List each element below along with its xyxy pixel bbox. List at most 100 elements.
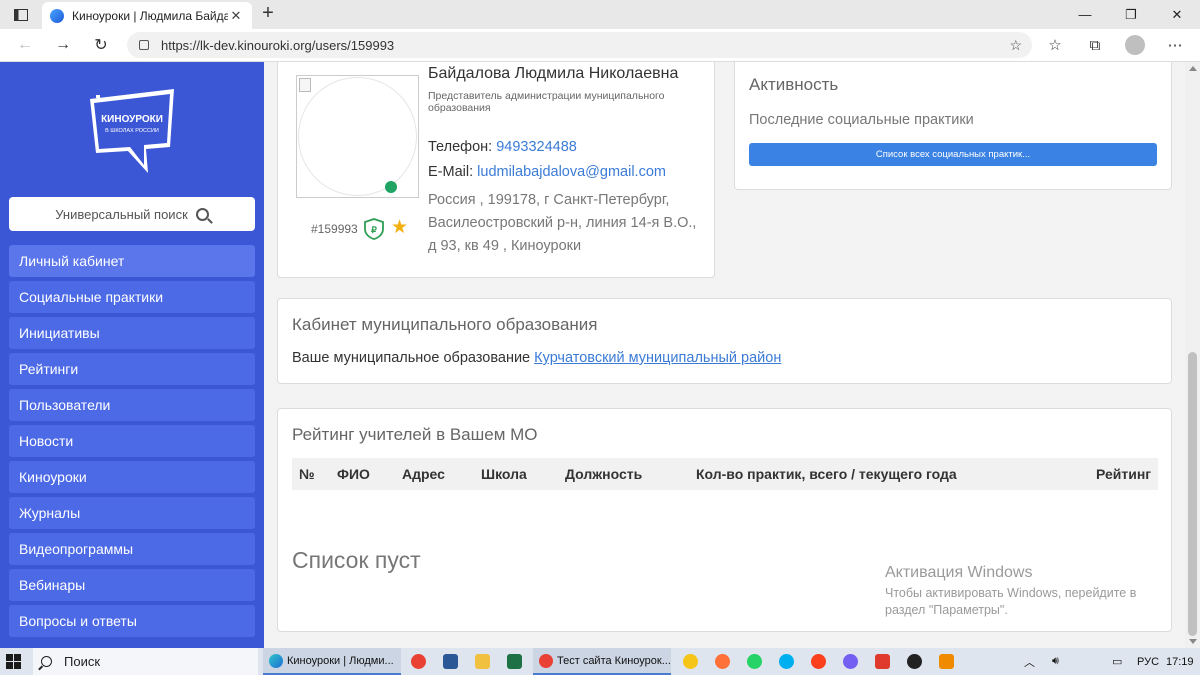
profile-role: Представитель администрации муниципально… (428, 90, 665, 114)
profile-phone: Телефон: 9493324488 (428, 139, 577, 155)
refresh-icon[interactable]: ↻ (88, 34, 114, 56)
phone-label: Телефон: (428, 139, 493, 155)
windows-start-icon[interactable] (6, 654, 21, 669)
yandex-icon[interactable] (875, 654, 890, 669)
taskbar-search-text: Поиск (64, 654, 101, 669)
search-icon (195, 207, 209, 221)
page-scrollbar[interactable] (1185, 62, 1200, 648)
main-content: #159993 ₽ ★ Байдалова Людмила Николаевна… (264, 62, 1185, 648)
tab-actions-icon[interactable] (8, 5, 34, 25)
lock-icon (139, 40, 149, 50)
taskbar-search-icon (41, 656, 52, 667)
column-header-number[interactable]: № (299, 466, 315, 482)
column-header-school[interactable]: Школа (481, 466, 527, 482)
tray-arrow-icon[interactable]: ︿ (1024, 648, 1035, 675)
scroll-down-icon[interactable] (1189, 639, 1197, 644)
svg-text:₽: ₽ (371, 225, 377, 235)
back-arrow-icon[interactable]: ← (12, 34, 38, 56)
favorites-icon[interactable]: ☆ (1042, 34, 1068, 56)
clock[interactable]: 17:19 (1166, 648, 1194, 675)
language-indicator[interactable]: РУС (1137, 648, 1159, 675)
sidebar-item-journals[interactable]: Журналы (9, 497, 255, 529)
app-icon[interactable] (683, 654, 698, 669)
activity-subtitle: Последние социальные практики (749, 112, 974, 128)
all-social-practices-button[interactable]: Список всех социальных практик... (749, 143, 1157, 166)
minimize-button[interactable]: — (1062, 0, 1108, 29)
browser-tabbar: Киноуроки | Людмила Байдалова ✕ + — ❐ ✕ (0, 0, 1200, 29)
municipality-link[interactable]: Курчатовский муниципальный район (534, 350, 781, 366)
more-menu-icon[interactable]: ⋯ (1162, 34, 1188, 56)
watermark-text-line1: Чтобы активировать Windows, перейдите в (885, 586, 1137, 600)
taskbar-task-label: Киноуроки | Людми... (287, 654, 394, 667)
rating-card: Рейтинг учителей в Вашем МО № ФИО Адрес … (277, 408, 1172, 632)
sidebar-item-kinouroki[interactable]: Киноуроки (9, 461, 255, 493)
sidebar-item-social-practices[interactable]: Социальные практики (9, 281, 255, 313)
profile-avatar[interactable] (1122, 34, 1148, 56)
taskbar-task-label: Тест сайта Киноурок... (557, 654, 671, 667)
address-bar[interactable]: https://lk-dev.kinouroki.org/users/15999… (127, 32, 1032, 58)
skype-icon[interactable] (779, 654, 794, 669)
collections-icon[interactable]: ⧉ (1082, 34, 1108, 56)
favorite-star-icon[interactable]: ☆ (1009, 37, 1022, 54)
logo-text-main: КИНОУРОКИ (101, 114, 163, 125)
phone-link[interactable]: 9493324488 (496, 139, 577, 155)
browser-tab[interactable]: Киноуроки | Людмила Байдалова ✕ (42, 2, 252, 29)
user-id: #159993 (311, 222, 358, 236)
word-icon[interactable] (443, 654, 458, 669)
kinouroki-logo[interactable]: КИНОУРОКИ В ШКОЛАХ РОССИИ (86, 89, 178, 175)
profile-name: Байдалова Людмила Николаевна (428, 65, 679, 82)
municipality-card: Кабинет муниципального образования Ваше … (277, 298, 1172, 384)
column-header-rating[interactable]: Рейтинг (1096, 466, 1151, 482)
empty-list-message: Список пуст (292, 547, 421, 573)
column-header-position[interactable]: Должность (565, 466, 642, 482)
column-header-address[interactable]: Адрес (402, 466, 445, 482)
sidebar-item-news[interactable]: Новости (9, 425, 255, 457)
sidebar-menu: Личный кабинет Социальные практики Иници… (9, 245, 255, 641)
browser-toolbar: ← → ↻ https://lk-dev.kinouroki.org/users… (0, 29, 1200, 62)
search-placeholder: Универсальный поиск (55, 206, 188, 222)
scroll-up-icon[interactable] (1189, 66, 1197, 71)
sidebar-item-users[interactable]: Пользователи (9, 389, 255, 421)
email-label: E-Mail: (428, 164, 474, 180)
broken-image-icon (299, 78, 311, 92)
window-controls: — ❐ ✕ (1062, 0, 1200, 29)
sidebar-item-initiatives[interactable]: Инициативы (9, 317, 255, 349)
firefox-icon[interactable] (715, 654, 730, 669)
activity-title: Активность (749, 75, 839, 94)
app2-icon[interactable] (907, 654, 922, 669)
sidebar-item-videoprograms[interactable]: Видеопрограммы (9, 533, 255, 565)
sidebar-item-cabinet[interactable]: Личный кабинет (9, 245, 255, 277)
forward-arrow-icon[interactable]: → (50, 34, 76, 56)
universal-search[interactable]: Универсальный поиск (9, 197, 255, 231)
url-text: https://lk-dev.kinouroki.org/users/15999… (161, 37, 395, 53)
kinouroki-favicon-icon (50, 8, 64, 23)
taskbar-chrome-window[interactable]: Тест сайта Киноурок... (533, 648, 671, 675)
maximize-button[interactable]: ❐ (1108, 0, 1154, 29)
sidebar-item-faq[interactable]: Вопросы и ответы (9, 605, 255, 637)
tab-close-icon[interactable]: ✕ (228, 8, 244, 24)
municipality-text: Ваше муниципальное образование Курчатовс… (292, 350, 781, 366)
taskbar-edge-window[interactable]: Киноуроки | Людми... (263, 648, 401, 675)
column-header-practices-count[interactable]: Кол-во практик, всего / текущего года (696, 466, 957, 482)
sidebar-item-webinars[interactable]: Вебинары (9, 569, 255, 601)
logo-text-sub: В ШКОЛАХ РОССИИ (105, 128, 159, 134)
file-explorer-icon[interactable] (475, 654, 490, 669)
close-window-button[interactable]: ✕ (1154, 0, 1200, 29)
scrollbar-thumb[interactable] (1188, 352, 1197, 636)
network-icon[interactable]: ▭ (1112, 648, 1122, 675)
windows-taskbar: Поиск Киноуроки | Людми... Тест сайта Ки… (0, 648, 1200, 675)
tab-title: Киноуроки | Людмила Байдалова (72, 8, 228, 23)
chrome-icon[interactable] (411, 654, 426, 669)
sidebar: КИНОУРОКИ В ШКОЛАХ РОССИИ Универсальный … (0, 62, 264, 648)
new-tab-button[interactable]: + (258, 3, 278, 24)
sidebar-item-ratings[interactable]: Рейтинги (9, 353, 255, 385)
column-header-name[interactable]: ФИО (337, 466, 370, 482)
excel-icon[interactable] (507, 654, 522, 669)
volume-icon[interactable]: 🔊︎ (1052, 648, 1059, 675)
whatsapp-icon[interactable] (747, 654, 762, 669)
yandex-browser-icon[interactable] (811, 654, 826, 669)
viber-icon[interactable] (843, 654, 858, 669)
vlc-icon[interactable] (939, 654, 954, 669)
email-link[interactable]: ludmilabajdalova@gmail.com (477, 164, 666, 180)
taskbar-search[interactable]: Поиск (33, 648, 258, 675)
